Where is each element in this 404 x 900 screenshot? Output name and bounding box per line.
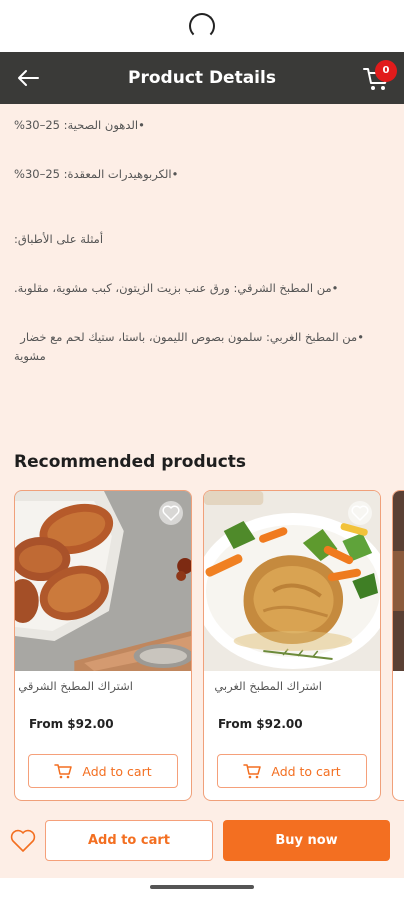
product-name: اشتراك المطبخ الشرقي [18, 679, 133, 693]
status-bar [0, 0, 404, 52]
product-card[interactable]: اشتراك المطبخ الغربي From $92.00 Add to … [203, 490, 381, 801]
cart-icon [54, 764, 73, 779]
product-card[interactable]: اشتراك المطبخ الشرقي From $92.00 Add to … [14, 490, 192, 801]
home-indicator[interactable] [150, 885, 254, 889]
product-card-partial[interactable] [392, 490, 404, 801]
heart-icon [10, 829, 36, 852]
description-line: •الكربوهيدرات المعقدة: 25–30% [14, 167, 179, 181]
heart-icon [351, 505, 369, 521]
buy-now-button[interactable]: Buy now [223, 820, 390, 861]
wishlist-button[interactable] [10, 829, 36, 855]
description-line: •الدهون الصحية: 25–30% [14, 118, 145, 132]
favorite-button[interactable] [159, 501, 183, 525]
loading-spinner-icon [189, 13, 215, 39]
card-add-to-cart-button[interactable]: Add to cart [217, 754, 367, 788]
system-navigation-bar [0, 878, 404, 900]
app-header: Product Details [0, 52, 404, 104]
favorite-button[interactable] [348, 501, 372, 525]
cart-icon [243, 764, 262, 779]
description-line: أمثلة على الأطباق: [14, 232, 104, 246]
recommended-title: Recommended products [14, 452, 247, 472]
cart-count-badge: 0 [375, 60, 397, 82]
card-add-to-cart-label: Add to cart [82, 763, 152, 779]
description-line: •من المطبخ الغربي: سلمون بصوص الليمون، ب… [20, 330, 364, 344]
bottom-action-bar: Add to cart Buy now [0, 808, 404, 878]
product-price: From $92.00 [29, 717, 114, 731]
product-price: From $92.00 [218, 717, 303, 731]
product-name: اشتراك المطبخ الغربي [214, 679, 322, 693]
card-add-to-cart-label: Add to cart [271, 763, 341, 779]
description-line: مشوية [14, 349, 46, 363]
add-to-cart-button[interactable]: Add to cart [45, 820, 213, 861]
description-line: •من المطبخ الشرقي: ورق عنب بزيت الزيتون،… [14, 281, 339, 295]
product-image [393, 491, 404, 671]
card-add-to-cart-button[interactable]: Add to cart [28, 754, 178, 788]
heart-icon [162, 505, 180, 521]
page-title: Product Details [128, 68, 276, 88]
product-details-content: •الدهون الصحية: 25–30% •الكربوهيدرات الم… [0, 104, 404, 878]
